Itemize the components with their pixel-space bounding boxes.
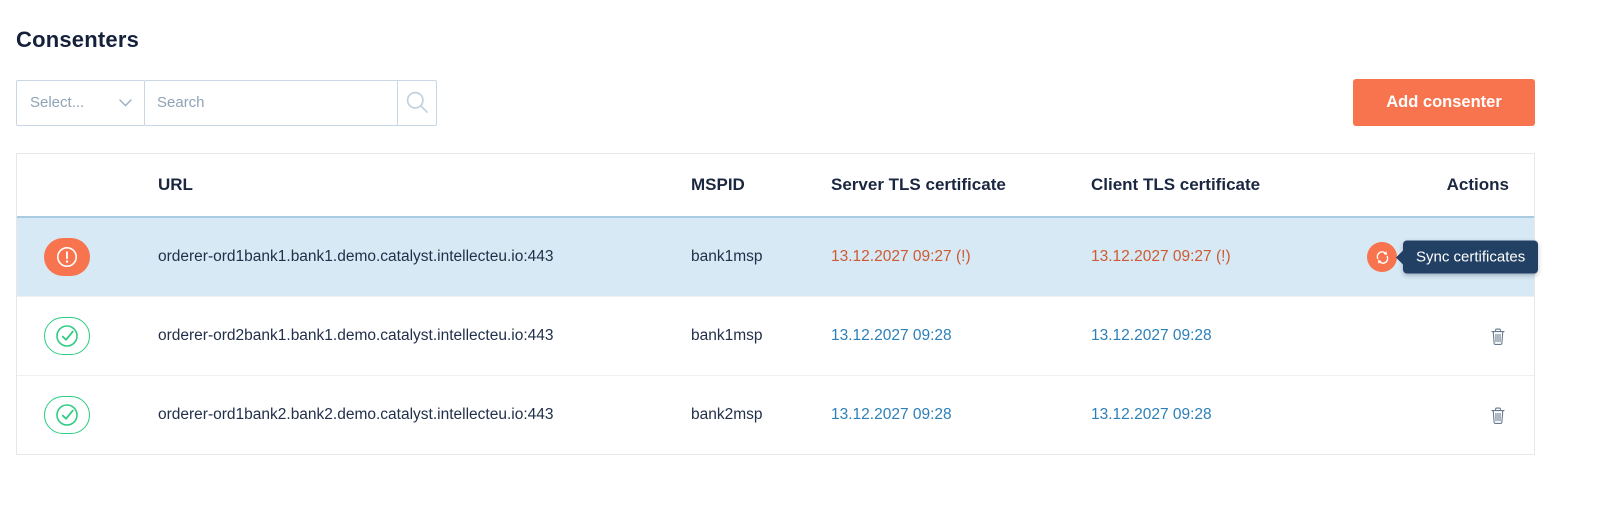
filter-select-value: Select... <box>30 94 85 111</box>
status-ok-icon <box>44 317 90 355</box>
delete-button[interactable] <box>1490 406 1506 424</box>
server-cert-expiry: 13.12.2027 09:27 (!) <box>831 248 971 265</box>
status-ok-icon <box>44 396 90 434</box>
server-cert-expiry: 13.12.2027 09:28 <box>831 406 952 423</box>
trash-icon <box>1490 406 1506 424</box>
column-header-actions: Actions <box>1446 175 1509 194</box>
add-consenter-button[interactable]: Add consenter <box>1353 79 1535 126</box>
consenter-mspid: bank2msp <box>691 406 763 423</box>
filter-select[interactable]: Select... <box>16 79 145 126</box>
consenters-table: URL MSPID Server TLS certificate Client … <box>16 153 1539 455</box>
column-header-url: URL <box>158 175 193 194</box>
column-header-server-cert: Server TLS certificate <box>831 175 1006 194</box>
client-cert-expiry: 13.12.2027 09:28 <box>1091 327 1212 344</box>
table-header-row: URL MSPID Server TLS certificate Client … <box>17 154 1534 216</box>
client-cert-expiry: 13.12.2027 09:27 (!) <box>1091 248 1231 265</box>
consenter-mspid: bank1msp <box>691 327 763 344</box>
table-row[interactable]: orderer-ord1bank1.bank1.demo.catalyst.in… <box>17 216 1539 296</box>
column-header-mspid: MSPID <box>691 175 745 194</box>
consenter-mspid: bank1msp <box>691 248 763 265</box>
consenter-url: orderer-ord1bank1.bank1.demo.catalyst.in… <box>158 248 554 265</box>
consenter-url: orderer-ord2bank1.bank1.demo.catalyst.in… <box>158 327 554 344</box>
sync-certificates-button[interactable] <box>1367 242 1397 272</box>
consenters-page: Consenters Select... Add consenter <box>16 27 1539 455</box>
search-icon <box>404 89 431 116</box>
column-header-client-cert: Client TLS certificate <box>1091 175 1261 194</box>
search-box <box>144 79 437 126</box>
trash-icon <box>1490 327 1506 345</box>
consenter-url: orderer-ord1bank2.bank2.demo.catalyst.in… <box>158 406 554 423</box>
delete-button[interactable] <box>1490 327 1506 345</box>
server-cert-expiry: 13.12.2027 09:28 <box>831 327 952 344</box>
sync-icon <box>1374 249 1391 266</box>
search-button[interactable] <box>397 80 436 125</box>
client-cert-expiry: 13.12.2027 09:28 <box>1091 406 1212 423</box>
table-row[interactable]: orderer-ord2bank1.bank1.demo.catalyst.in… <box>17 296 1534 375</box>
status-warning-icon <box>44 238 90 276</box>
toolbar: Select... Add consenter <box>16 79 1535 126</box>
sync-certificates-tooltip: Sync certificates <box>1403 240 1539 274</box>
page-title: Consenters <box>16 27 140 52</box>
chevron-down-icon <box>119 98 132 107</box>
search-input[interactable] <box>145 80 397 125</box>
table-row[interactable]: orderer-ord1bank2.bank2.demo.catalyst.in… <box>17 375 1534 454</box>
